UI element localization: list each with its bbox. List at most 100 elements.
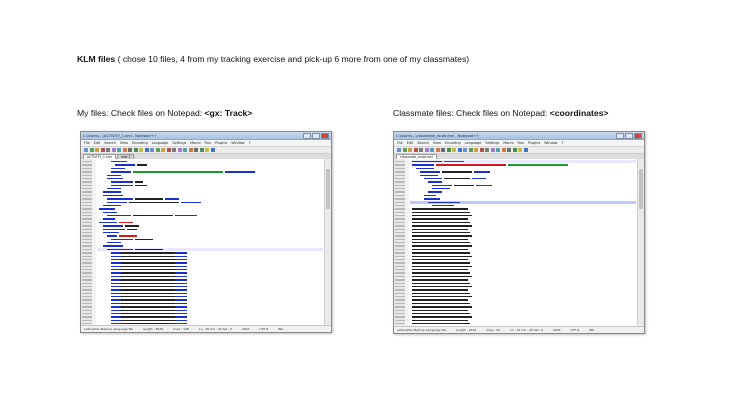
toolbar-icon [452,148,456,152]
right-menu-item: ? [561,141,564,145]
toolbar-icon [485,148,489,152]
toolbar-icon [117,148,121,152]
toolbar-icon [435,148,440,152]
right-status-field: lines : 62 [486,328,500,332]
toolbar-icon [183,148,187,152]
toolbar-icon [205,148,209,152]
maximize-icon [312,132,320,139]
toolbar-icon [397,148,401,152]
toolbar-icon [441,148,445,152]
right-status-field: UNIX [553,328,561,332]
toolbar-icon [430,148,434,152]
right-menu-item: Plugins [528,141,541,145]
right-status-field: INS [589,328,595,332]
right-titlebar: C:\Users\...\classmate_route.kml - Notep… [394,132,644,140]
left-status-field: Ln : 36 Col : 32 Sel : 0 [198,327,233,331]
toolbar-icon [155,148,160,152]
toolbar-icon [402,148,407,152]
left-toolbar [81,147,331,154]
right-editor [394,159,644,327]
left-menu-item: File [84,141,90,145]
close-icon [321,132,329,139]
toolbar-icon [457,148,462,152]
toolbar-icon [106,148,110,152]
right-menu-item: View [432,141,441,145]
toolbar-icon [150,148,154,152]
right-menu-item: Edit [406,141,414,145]
left-status-field: lines : 148 [173,327,189,331]
right-menu-item: File [397,141,403,145]
right-code-lines [395,160,636,325]
left-status-field: INS [278,327,284,331]
right-statusbar: eXtensible Markup Language file length : … [394,326,644,333]
right-menu-item: Encoding [444,141,461,145]
toolbar-icon [188,148,193,152]
code-line [395,322,636,325]
left-code-lines [82,160,323,325]
toolbar-icon [507,148,511,152]
left-menu-item: Window [231,141,245,145]
toolbar-icon [122,148,127,152]
right-scrollbar [637,159,644,327]
right-status-field: Ln : 14 Col : 28 Sel : 0 [510,328,544,332]
right-notepad-screenshot: C:\Users\...\classmate_route.kml - Notep… [393,131,645,334]
close-icon [634,132,642,139]
left-window-controls [303,132,329,139]
right-menu-item: Macro [503,141,514,145]
toolbar-icon [501,148,506,152]
left-menu-item: Plugins [215,141,228,145]
toolbar-icon [161,148,165,152]
toolbar-icon [144,148,149,152]
left-fold-margin [92,159,96,326]
right-menubar: File Edit Search View Encoding Language Settin… [394,140,644,147]
right-caption: Classmate files: Check files on Notepad:… [393,108,608,118]
toolbar-icon [199,148,204,152]
toolbar-icon [424,148,429,152]
left-statusbar: eXtensible Markup Language file length : … [81,325,331,332]
toolbar-icon [210,148,215,152]
right-status-field: UTF-8 [570,328,580,332]
left-menu-item: Run [204,141,212,145]
left-status-field: UTF-8 [259,327,269,331]
minimize-icon [616,132,624,139]
left-caption-bold: <gx: Track> [204,108,253,118]
toolbar-icon [111,148,116,152]
left-menu-item: Edit [93,141,101,145]
left-status-field: length : 8934 [143,327,164,331]
left-caption-text: My files: Check files on Notepad: [77,108,205,118]
toolbar-icon [172,148,176,152]
toolbar-icon [512,148,517,152]
right-menu-item: Window [544,141,558,145]
toolbar-icon [496,148,500,152]
right-status-field: length : 2445 [456,328,477,332]
right-menu-item: Settings [485,141,500,145]
heading-bold: KLM files [77,54,116,64]
left-caption: My files: Check files on Notepad: <gx: T… [77,108,252,118]
left-status-field: eXtensible Markup Language file [84,327,134,331]
left-status-field: UNIX [242,327,250,331]
left-menu-item: View [119,141,128,145]
toolbar-icon [479,148,484,152]
right-caption-text: Classmate files: Check files on Notepad: [393,108,550,118]
toolbar-icon [194,148,198,152]
toolbar-icon [446,148,451,152]
right-menu-item: Search [417,141,429,145]
left-menu-item: Language [151,141,169,145]
left-menu-item: Encoding [131,141,148,145]
toolbar-icon [490,148,495,152]
toolbar-icon [139,148,143,152]
toolbar-icon [468,148,473,152]
right-caption-bold: <coordinates> [549,108,609,118]
maximize-icon [625,132,633,139]
toolbar-icon [95,148,99,152]
toolbar-icon [128,148,132,152]
toolbar-icon [474,148,478,152]
right-menu-item: Language [464,141,482,145]
right-window-title: C:\Users\...\classmate_route.kml - Notep… [396,133,479,138]
left-scrollbar [324,159,331,326]
toolbar-icon [89,148,94,152]
left-menu-item: Settings [172,141,187,145]
left-editor [81,159,331,326]
left-menu-item: Search [104,141,116,145]
slide-heading: KLM files ( chose 10 files, 4 from my tr… [77,54,469,64]
